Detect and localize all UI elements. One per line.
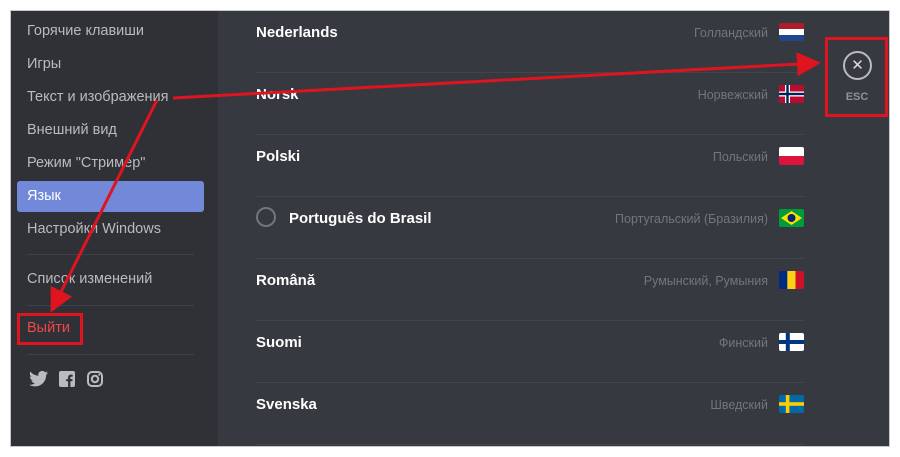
annotation-arrows [50,52,821,313]
arrow-to-close [172,52,821,100]
arrow-to-logout [50,99,159,313]
